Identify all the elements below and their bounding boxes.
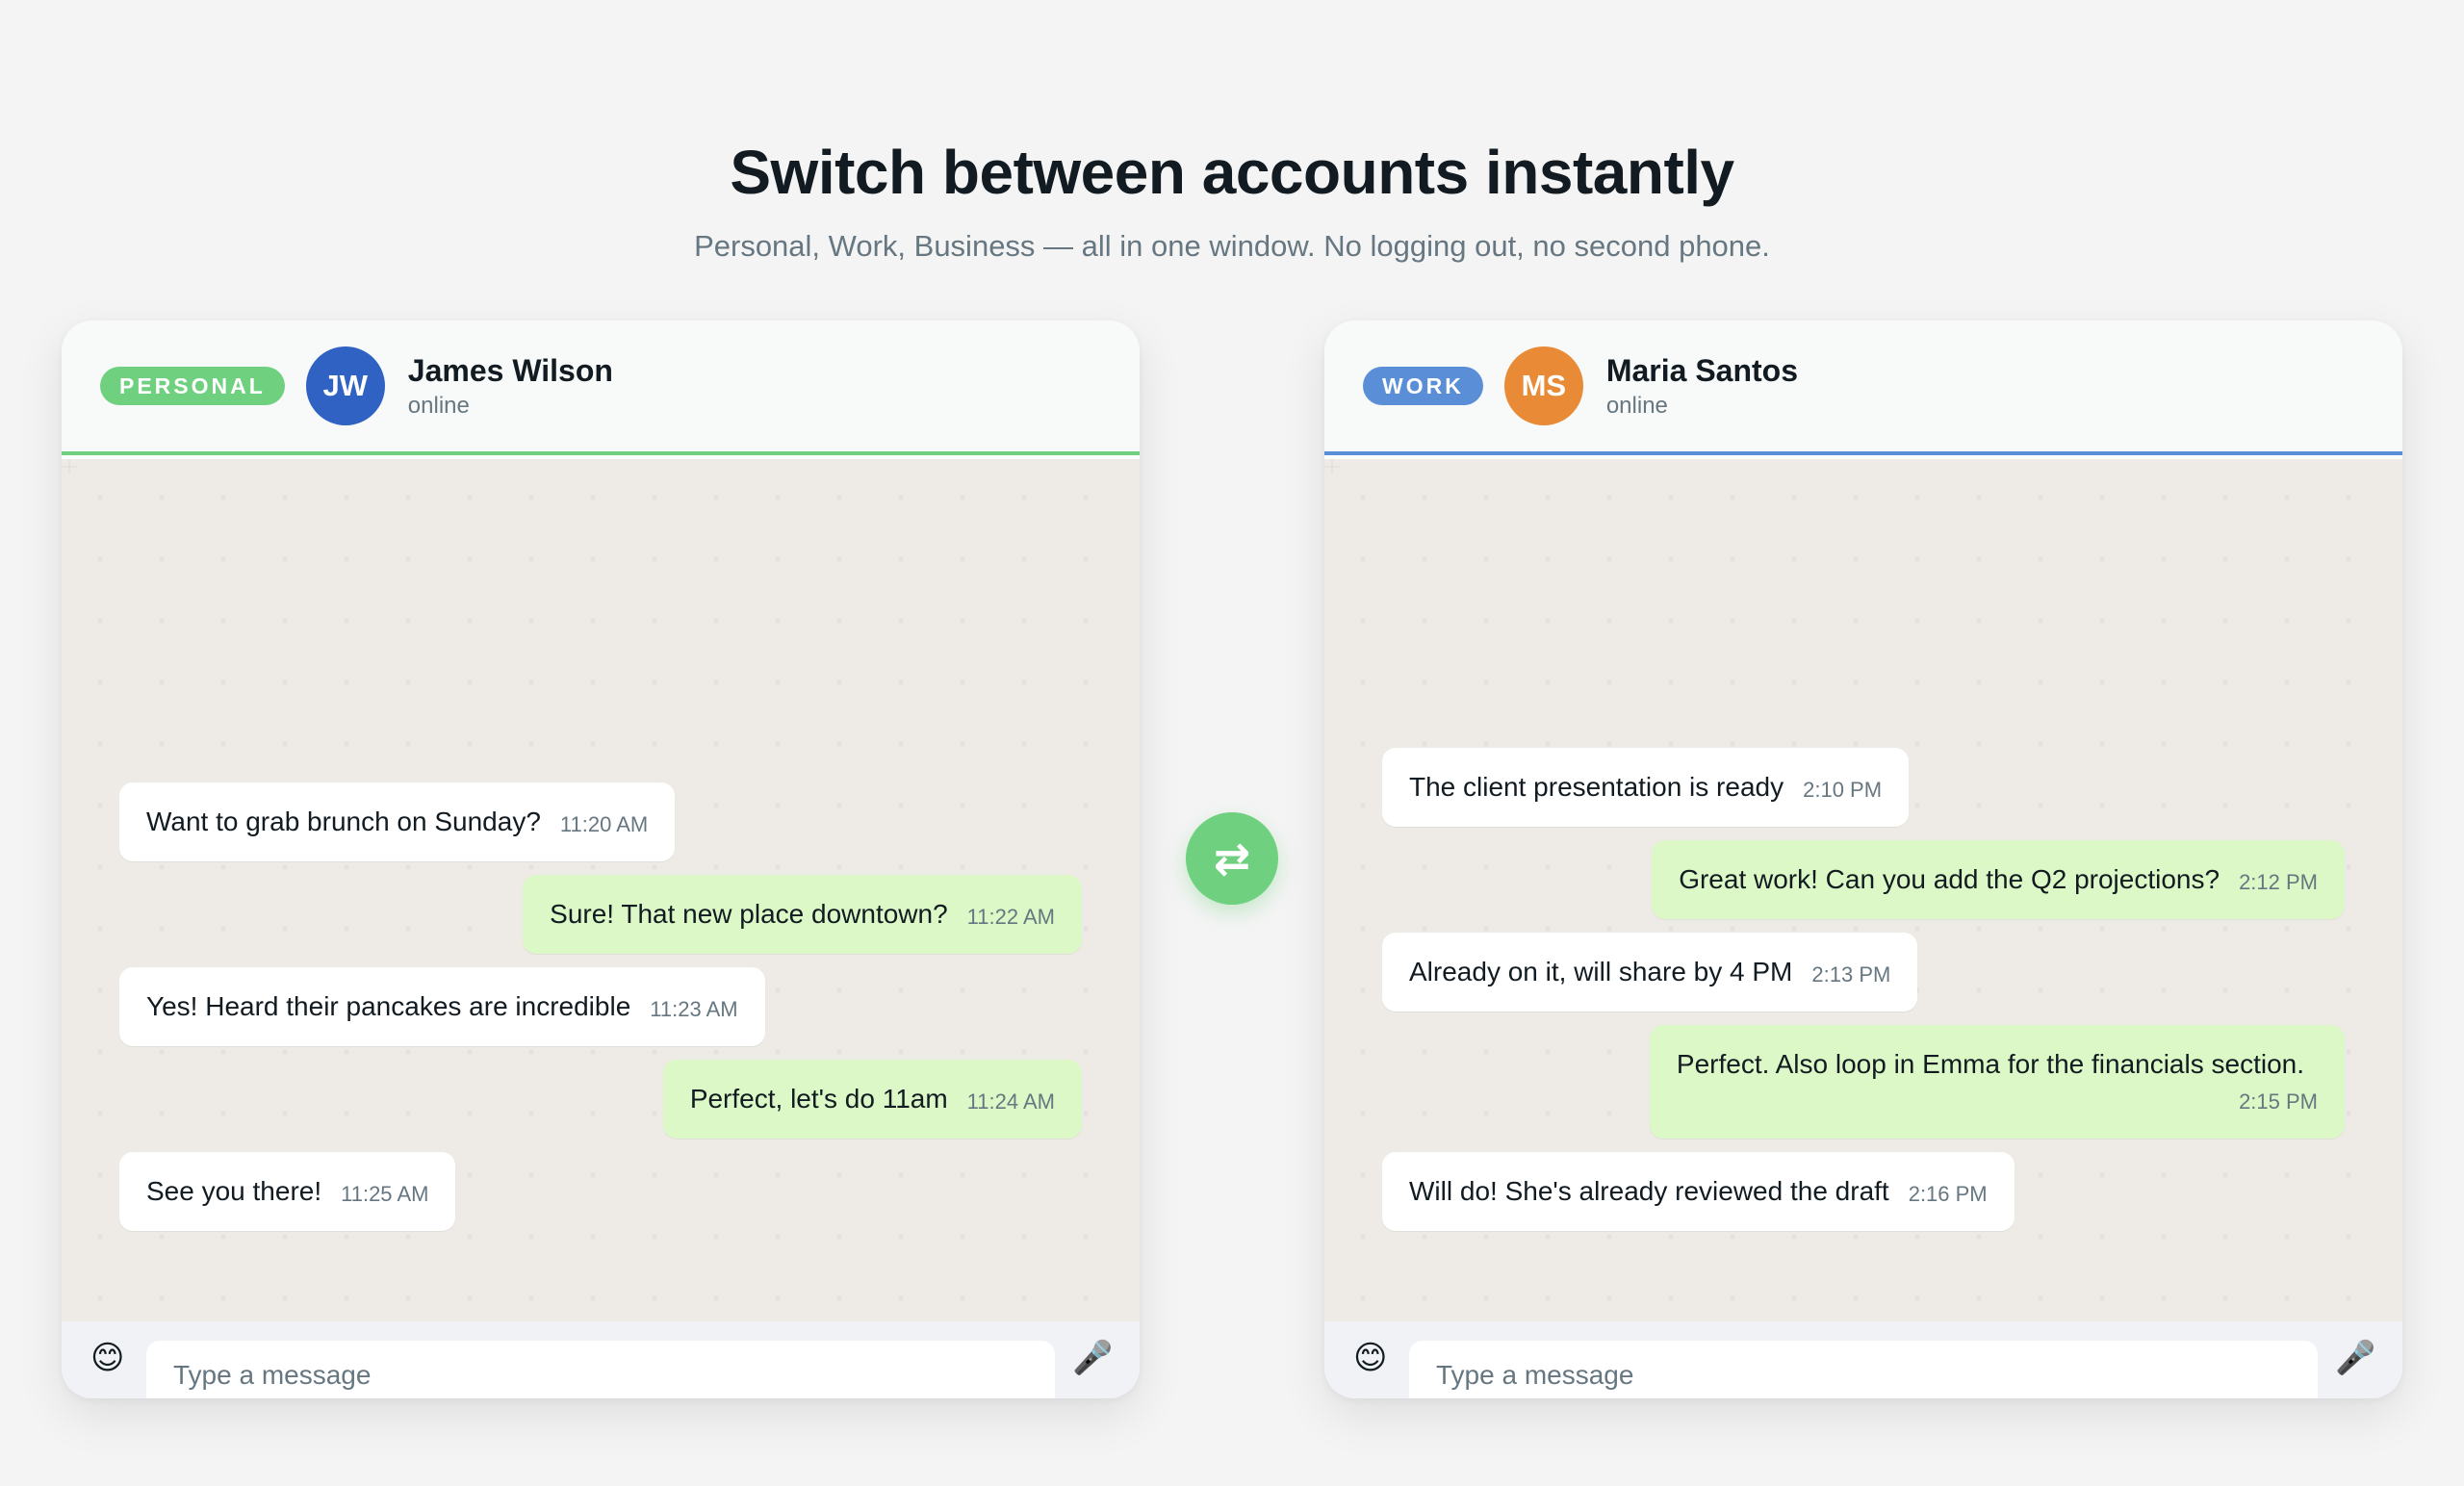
message-text: Already on it, will share by 4 PM xyxy=(1409,957,1793,986)
message-bubble-outgoing[interactable]: Great work! Can you add the Q2 projectio… xyxy=(1652,840,2345,919)
message-input[interactable] xyxy=(1409,1341,2318,1398)
message-time: 11:23 AM xyxy=(650,997,738,1021)
message-bubble-incoming[interactable]: Will do! She's already reviewed the draf… xyxy=(1382,1152,2015,1231)
message-text: Will do! She's already reviewed the draf… xyxy=(1409,1176,1889,1206)
message-time: 11:20 AM xyxy=(559,812,649,836)
avatar[interactable]: JW xyxy=(305,346,385,425)
message-bubble-outgoing[interactable]: Perfect. Also loop in Emma for the finan… xyxy=(1649,1025,2345,1139)
message-text: Perfect. Also loop in Emma for the finan… xyxy=(1676,1049,2304,1079)
account-badge: WORK xyxy=(1363,367,1483,405)
message-list: The client presentation is ready 2:10 PM… xyxy=(1324,459,2402,1321)
message-bubble-incoming[interactable]: Already on it, will share by 4 PM 2:13 P… xyxy=(1382,933,1918,1012)
chat-window-personal: PERSONAL JW James Wilson online Want to … xyxy=(62,320,1140,1398)
page: Switch between accounts instantly Person… xyxy=(0,0,2464,1486)
message-bubble-incoming[interactable]: Yes! Heard their pancakes are incredible… xyxy=(119,967,765,1046)
contact-name: James Wilson xyxy=(407,352,613,388)
message-text: Sure! That new place downtown? xyxy=(550,899,948,929)
message-text: Want to grab brunch on Sunday? xyxy=(146,807,541,836)
message-bubble-incoming[interactable]: The client presentation is ready 2:10 PM xyxy=(1382,748,1910,827)
contact-info: Maria Santos online xyxy=(1606,353,1798,420)
chat-header[interactable]: WORK MS Maria Santos online xyxy=(1324,320,2402,455)
message-time: 2:12 PM xyxy=(2239,870,2318,894)
message-composer: 😊 🎤 xyxy=(1324,1321,2402,1398)
page-title: Switch between accounts instantly xyxy=(730,138,1734,207)
message-bubble-outgoing[interactable]: Sure! That new place downtown? 11:22 AM xyxy=(523,875,1082,954)
emoji-icon[interactable]: 😊 xyxy=(90,1339,124,1377)
message-composer: 😊 🎤 xyxy=(62,1321,1140,1398)
message-text: See you there! xyxy=(146,1176,322,1206)
message-list: Want to grab brunch on Sunday? 11:20 AM … xyxy=(62,459,1140,1321)
message-text: Yes! Heard their pancakes are incredible xyxy=(146,991,631,1021)
message-bubble-incoming[interactable]: Want to grab brunch on Sunday? 11:20 AM xyxy=(119,782,676,861)
message-time: 2:16 PM xyxy=(1908,1182,1988,1206)
chat-header[interactable]: PERSONAL JW James Wilson online xyxy=(62,320,1140,455)
microphone-icon[interactable]: 🎤 xyxy=(1072,1339,1113,1377)
chat-window-work: WORK MS Maria Santos online The client p… xyxy=(1324,320,2402,1398)
message-time: 11:22 AM xyxy=(966,905,1055,929)
message-bubble-incoming[interactable]: See you there! 11:25 AM xyxy=(119,1152,456,1231)
swap-accounts-button[interactable]: ⇄ xyxy=(1186,812,1278,905)
message-time: 2:15 PM xyxy=(2239,1089,2318,1114)
contact-status: online xyxy=(407,392,470,419)
contact-info: James Wilson online xyxy=(408,353,613,420)
message-input[interactable] xyxy=(146,1341,1055,1398)
avatar[interactable]: MS xyxy=(1503,346,1583,425)
microphone-icon[interactable]: 🎤 xyxy=(2335,1339,2375,1377)
swap-arrows-icon: ⇄ xyxy=(1213,833,1251,884)
account-badge: PERSONAL xyxy=(100,367,285,405)
message-time: 11:25 AM xyxy=(341,1182,429,1206)
message-time: 11:24 AM xyxy=(966,1089,1055,1114)
message-text: Perfect, let's do 11am xyxy=(689,1084,948,1114)
contact-status: online xyxy=(1605,392,1668,419)
contact-name: Maria Santos xyxy=(1605,352,1798,388)
message-time: 2:10 PM xyxy=(1803,778,1883,802)
page-subtitle: Personal, Work, Business — all in one wi… xyxy=(694,229,1770,263)
message-bubble-outgoing[interactable]: Perfect, let's do 11am 11:24 AM xyxy=(662,1060,1082,1139)
message-text: The client presentation is ready xyxy=(1409,772,1784,802)
message-text: Great work! Can you add the Q2 projectio… xyxy=(1679,864,2220,894)
emoji-icon[interactable]: 😊 xyxy=(1353,1339,1387,1377)
message-time: 2:13 PM xyxy=(1811,962,1891,986)
